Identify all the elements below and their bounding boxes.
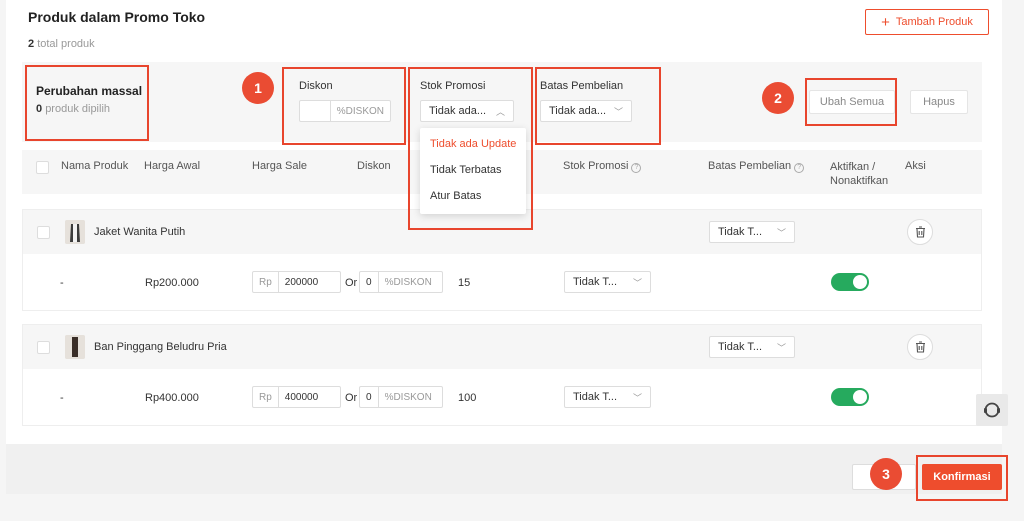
column-aksi: Aksi	[905, 160, 926, 172]
help-icon: ?	[794, 163, 805, 173]
row-stok-select[interactable]: Tidak T... ﹀	[564, 271, 651, 293]
help-icon: ?	[631, 163, 642, 173]
column-harga-sale: Harga Sale	[252, 160, 308, 172]
table-row: Ban Pinggang Beludru Pria Tidak T... ﹀ -…	[22, 324, 982, 426]
product-thumbnail	[65, 220, 85, 244]
mass-stok-select[interactable]: Tidak ada... ︿	[420, 100, 514, 122]
chevron-down-icon: ﹀	[632, 277, 642, 288]
dropdown-option-no-update[interactable]: Tidak ada Update	[430, 138, 516, 150]
mass-batas-label: Batas Pembelian	[540, 80, 624, 92]
product-row-header: Jaket Wanita Putih Tidak T... ﹀	[23, 210, 981, 254]
page-title: Produk dalam Promo Toko	[28, 9, 206, 25]
selected-count: 0 produk dipilih	[36, 103, 111, 115]
or-label: Or	[345, 277, 358, 289]
mass-edit-title: Perubahan massal	[36, 84, 143, 98]
column-batas-pembelian: Batas Pembelian?	[708, 160, 805, 173]
original-price: Rp200.000	[145, 277, 199, 289]
product-name: Ban Pinggang Beludru Pria	[94, 341, 227, 353]
product-name: Jaket Wanita Putih	[94, 226, 186, 238]
discount-input[interactable]: 0 %DISKON	[359, 271, 443, 293]
row-checkbox[interactable]	[37, 226, 50, 239]
mass-diskon-label: Diskon	[299, 80, 333, 92]
variant-name: -	[60, 392, 64, 404]
row-batas-select[interactable]: Tidak T... ﹀	[709, 221, 795, 243]
trash-icon	[915, 226, 925, 238]
step-badge-1: 1	[242, 72, 274, 104]
column-diskon: Diskon	[357, 160, 391, 172]
sale-price-input[interactable]: Rp 200000	[252, 271, 341, 293]
delete-row-button[interactable]	[907, 219, 933, 245]
mass-stok-label: Stok Promosi	[420, 80, 486, 92]
discount-input[interactable]: 0 %DISKON	[359, 386, 443, 408]
step-badge-2: 2	[762, 82, 794, 114]
product-row-header: Ban Pinggang Beludru Pria Tidak T... ﹀	[23, 325, 981, 369]
column-aktifkan: Aktifkan / Nonaktifkan	[830, 161, 889, 187]
chevron-down-icon: ﹀	[613, 106, 623, 117]
mass-batas-select[interactable]: Tidak ada... ﹀	[540, 100, 632, 122]
row-stok-select[interactable]: Tidak T... ﹀	[564, 386, 651, 408]
dropdown-option-set-limit[interactable]: Atur Batas	[430, 190, 481, 202]
column-harga-awal: Harga Awal	[144, 160, 201, 172]
select-all-checkbox[interactable]	[36, 161, 49, 174]
step-badge-3: 3	[870, 458, 902, 490]
mass-diskon-input[interactable]: %DISKON	[299, 100, 391, 122]
dropdown-option-unlimited[interactable]: Tidak Terbatas	[430, 164, 502, 176]
sale-price-input[interactable]: Rp 400000	[252, 386, 341, 408]
stock-value: 100	[458, 392, 477, 404]
delete-row-button[interactable]	[907, 334, 933, 360]
chevron-down-icon: ﹀	[776, 227, 786, 238]
row-batas-select[interactable]: Tidak T... ﹀	[709, 336, 795, 358]
column-nama-produk: Nama Produk	[61, 160, 129, 172]
headset-icon	[984, 402, 1000, 418]
original-price: Rp400.000	[145, 392, 199, 404]
total-products-count: 2 total produk	[28, 38, 95, 50]
column-stok-promosi: Stok Promosi?	[563, 160, 642, 173]
add-product-button[interactable]: + Tambah Produk	[865, 9, 989, 35]
variant-name: -	[60, 277, 64, 289]
add-product-label: Tambah Produk	[895, 16, 973, 28]
trash-icon	[915, 341, 925, 353]
confirm-button[interactable]: Konfirmasi	[922, 464, 1002, 490]
plus-icon: +	[881, 13, 890, 31]
delete-selected-button[interactable]: Hapus	[910, 90, 968, 114]
stock-value: 15	[458, 277, 471, 289]
product-thumbnail	[65, 335, 85, 359]
table-row: Jaket Wanita Putih Tidak T... ﹀ - Rp200.…	[22, 209, 982, 311]
support-button[interactable]	[976, 394, 1008, 426]
row-checkbox[interactable]	[37, 341, 50, 354]
chevron-up-icon: ︿	[495, 106, 505, 117]
stok-dropdown-menu: Tidak ada Update Tidak Terbatas Atur Bat…	[420, 128, 526, 214]
active-toggle[interactable]	[831, 273, 869, 291]
active-toggle[interactable]	[831, 388, 869, 406]
chevron-down-icon: ﹀	[776, 342, 786, 353]
chevron-down-icon: ﹀	[632, 392, 642, 403]
or-label: Or	[345, 392, 358, 404]
apply-all-button[interactable]: Ubah Semua	[809, 90, 895, 114]
